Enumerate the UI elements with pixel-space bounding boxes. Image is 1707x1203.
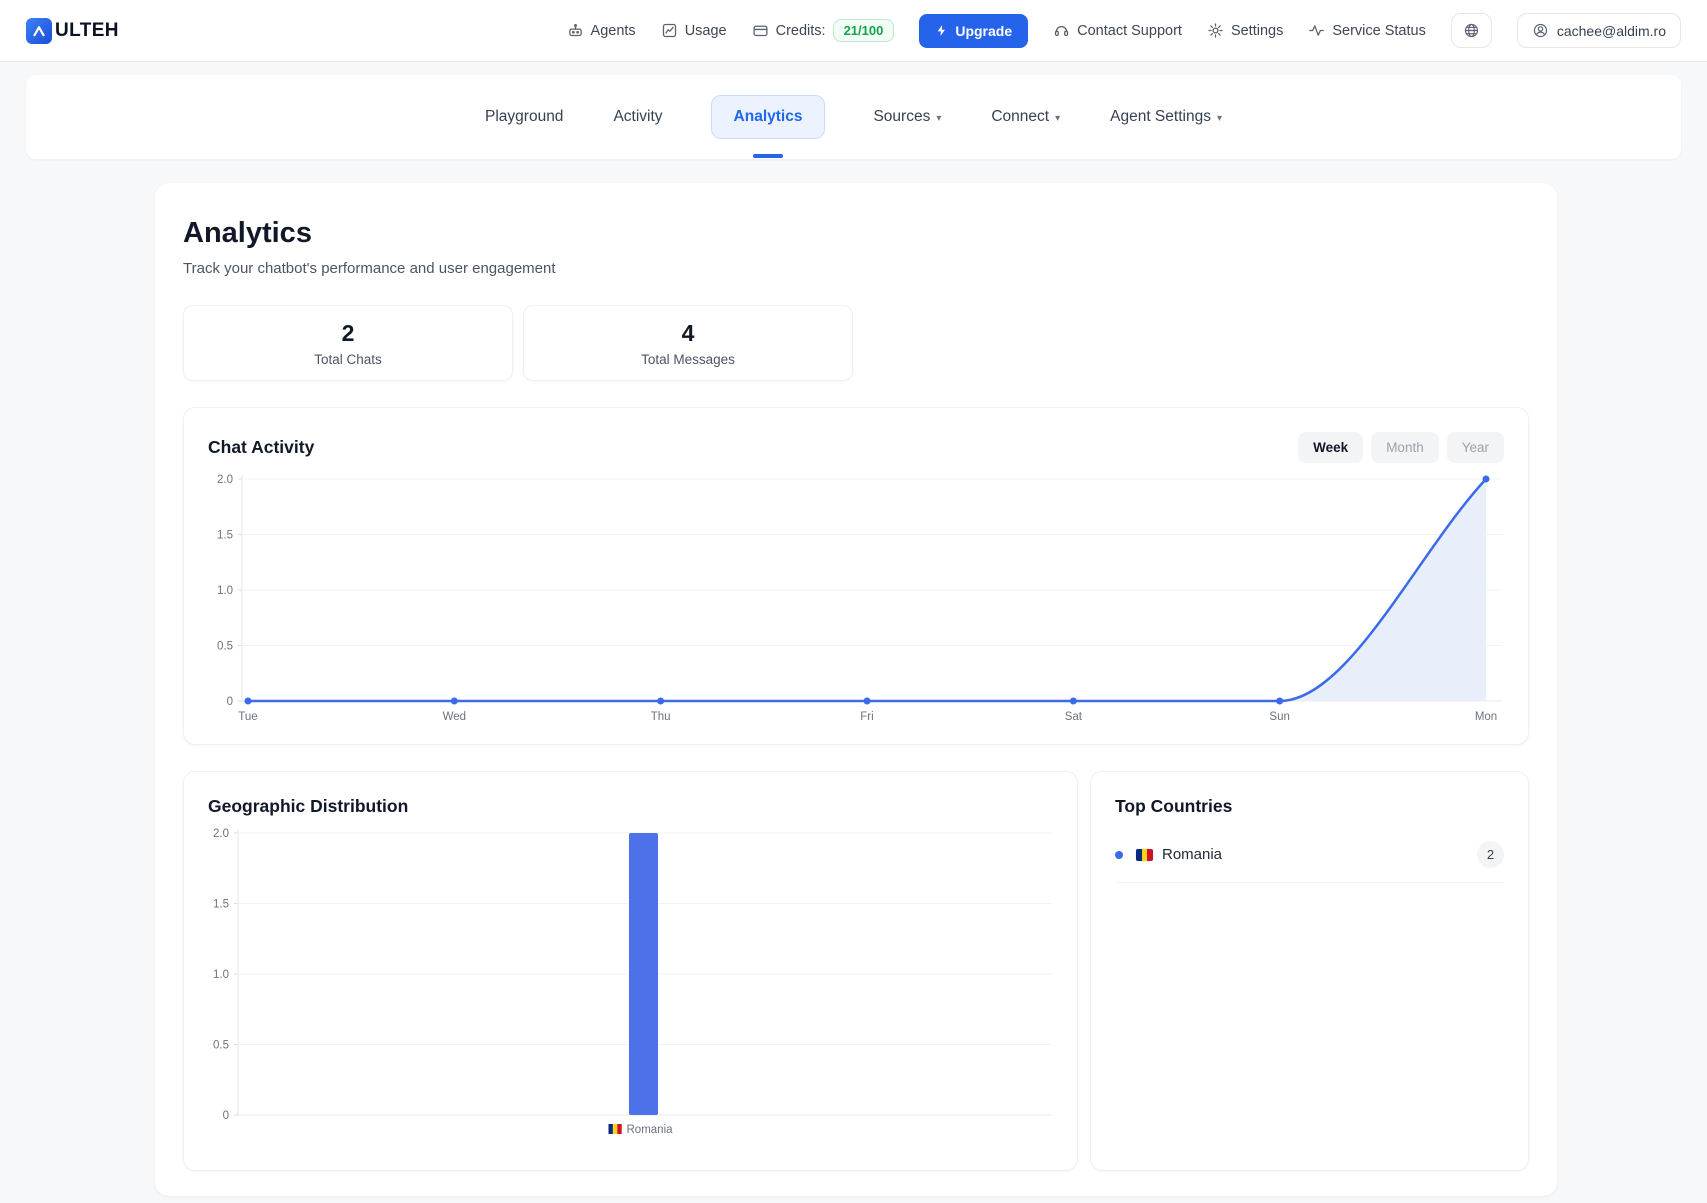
geographic-distribution-title: Geographic Distribution <box>208 796 1053 817</box>
svg-text:2.0: 2.0 <box>213 828 229 840</box>
country-count-badge: 2 <box>1477 841 1504 868</box>
gear-icon <box>1207 22 1224 39</box>
active-tab-indicator <box>753 154 783 158</box>
credits-badge: 21/100 <box>833 19 895 42</box>
logo-icon <box>26 18 52 44</box>
tab-connect[interactable]: Connect ▾ <box>989 96 1062 138</box>
chat-activity-title: Chat Activity <box>208 437 314 458</box>
svg-text:Sat: Sat <box>1065 711 1083 723</box>
page-title: Analytics <box>183 217 1529 250</box>
svg-text:1.5: 1.5 <box>213 899 229 911</box>
top-countries-panel: Top Countries Romania 2 <box>1090 771 1529 1171</box>
geographic-distribution-chart: 0 0.5 1.0 1.5 2.0 Romania <box>208 825 1053 1152</box>
svg-text:Fri: Fri <box>860 711 873 723</box>
nav-agents-label: Agents <box>591 23 636 39</box>
tab-analytics-label: Analytics <box>734 108 803 126</box>
tab-activity-label: Activity <box>613 108 662 126</box>
nav-usage-label: Usage <box>685 23 727 39</box>
svg-text:Sun: Sun <box>1269 711 1289 723</box>
svg-text:Wed: Wed <box>443 711 466 723</box>
nav-contact-support-label: Contact Support <box>1077 23 1182 39</box>
svg-text:Romania: Romania <box>627 1124 674 1136</box>
language-button[interactable] <box>1451 13 1492 48</box>
nav-credits-label: Credits: <box>776 23 826 39</box>
svg-text:0.5: 0.5 <box>213 1040 229 1052</box>
lightning-icon <box>935 24 948 37</box>
nav-service-status-label: Service Status <box>1332 23 1426 39</box>
nav-credits[interactable]: Credits: 21/100 <box>752 19 895 42</box>
bullet-dot-icon <box>1115 851 1123 859</box>
range-week-button[interactable]: Week <box>1298 432 1363 463</box>
svg-text:1.0: 1.0 <box>213 969 229 981</box>
chevron-down-icon: ▾ <box>1217 113 1222 124</box>
tab-agent-settings[interactable]: Agent Settings ▾ <box>1108 96 1224 138</box>
top-countries-title: Top Countries <box>1115 796 1504 817</box>
chat-activity-header: Chat Activity Week Month Year <box>208 432 1504 463</box>
country-name: Romania <box>1162 846 1222 863</box>
total-messages-value: 4 <box>682 320 695 347</box>
header-nav: Agents Usage Credits: 21/100 Upgrade Con… <box>567 13 1681 48</box>
credit-card-icon <box>752 22 769 39</box>
total-messages-label: Total Messages <box>641 352 735 367</box>
tab-playground[interactable]: Playground <box>483 96 565 138</box>
svg-text:Tue: Tue <box>238 711 257 723</box>
chart-icon <box>661 22 678 39</box>
nav-settings-label: Settings <box>1231 23 1283 39</box>
total-chats-value: 2 <box>342 320 355 347</box>
account-button[interactable]: cachee@aldim.ro <box>1517 13 1681 48</box>
robot-icon <box>567 22 584 39</box>
user-icon <box>1532 22 1549 39</box>
account-email: cachee@aldim.ro <box>1557 23 1666 39</box>
geographic-distribution-panel: Geographic Distribution 0 0.5 1.0 1.5 2.0 Rom… <box>183 771 1078 1171</box>
svg-text:1.5: 1.5 <box>217 530 233 542</box>
nav-agents[interactable]: Agents <box>567 22 636 39</box>
tab-playground-label: Playground <box>485 108 563 126</box>
romania-flag-icon <box>1136 849 1153 861</box>
tab-agent-settings-label: Agent Settings <box>1110 108 1211 126</box>
brand-name: ULTEH <box>55 20 119 42</box>
pulse-icon <box>1308 22 1325 39</box>
svg-text:Thu: Thu <box>651 711 671 723</box>
range-month-button[interactable]: Month <box>1371 432 1439 463</box>
app-header: ULTEH Agents Usage Credits: 21/100 Upgra… <box>0 0 1707 62</box>
chevron-down-icon: ▾ <box>1055 113 1060 124</box>
analytics-page: Analytics Track your chatbot's performan… <box>155 183 1557 1196</box>
upgrade-button[interactable]: Upgrade <box>919 14 1028 48</box>
tab-sources-label: Sources <box>873 108 930 126</box>
tab-activity[interactable]: Activity <box>611 96 664 138</box>
tab-connect-label: Connect <box>991 108 1049 126</box>
stat-total-chats: 2 Total Chats <box>183 305 513 381</box>
stats-row: 2 Total Chats 4 Total Messages <box>183 305 1529 381</box>
brand-logo[interactable]: ULTEH <box>26 18 119 44</box>
bottom-row: Geographic Distribution 0 0.5 1.0 1.5 2.0 Rom… <box>183 771 1529 1171</box>
nav-service-status[interactable]: Service Status <box>1308 22 1426 39</box>
agent-tabbar: Playground Activity Analytics Sources ▾ … <box>26 75 1681 159</box>
svg-text:0.5: 0.5 <box>217 641 233 653</box>
total-chats-label: Total Chats <box>314 352 382 367</box>
page-subtitle: Track your chatbot's performance and use… <box>183 260 1529 277</box>
nav-settings[interactable]: Settings <box>1207 22 1283 39</box>
range-toggle-group: Week Month Year <box>1298 432 1504 463</box>
bar-chart-svg: 0 0.5 1.0 1.5 2.0 Romania <box>208 825 1055 1147</box>
line-chart-svg: 0 0.5 1.0 1.5 2.0 Tue Wed Thu Fri Sat Sun Mon <box>208 471 1506 727</box>
tab-analytics[interactable]: Analytics <box>711 95 826 139</box>
svg-text:0: 0 <box>227 696 233 708</box>
chat-activity-panel: Chat Activity Week Month Year 0 0.5 1.0 1.5… <box>183 407 1529 745</box>
country-list-item: Romania 2 <box>1115 841 1504 883</box>
chat-activity-chart: 0 0.5 1.0 1.5 2.0 Tue Wed Thu Fri Sat Sun Mon <box>208 471 1504 732</box>
headset-icon <box>1053 22 1070 39</box>
upgrade-label: Upgrade <box>955 23 1012 39</box>
stat-total-messages: 4 Total Messages <box>523 305 853 381</box>
range-year-button[interactable]: Year <box>1447 432 1504 463</box>
chevron-down-icon: ▾ <box>936 113 941 124</box>
globe-icon <box>1463 22 1480 39</box>
svg-text:Mon: Mon <box>1475 711 1497 723</box>
svg-text:1.0: 1.0 <box>217 585 233 597</box>
nav-contact-support[interactable]: Contact Support <box>1053 22 1182 39</box>
tab-sources[interactable]: Sources ▾ <box>871 96 943 138</box>
svg-text:0: 0 <box>223 1110 229 1122</box>
nav-usage[interactable]: Usage <box>661 22 727 39</box>
svg-text:2.0: 2.0 <box>217 474 233 486</box>
